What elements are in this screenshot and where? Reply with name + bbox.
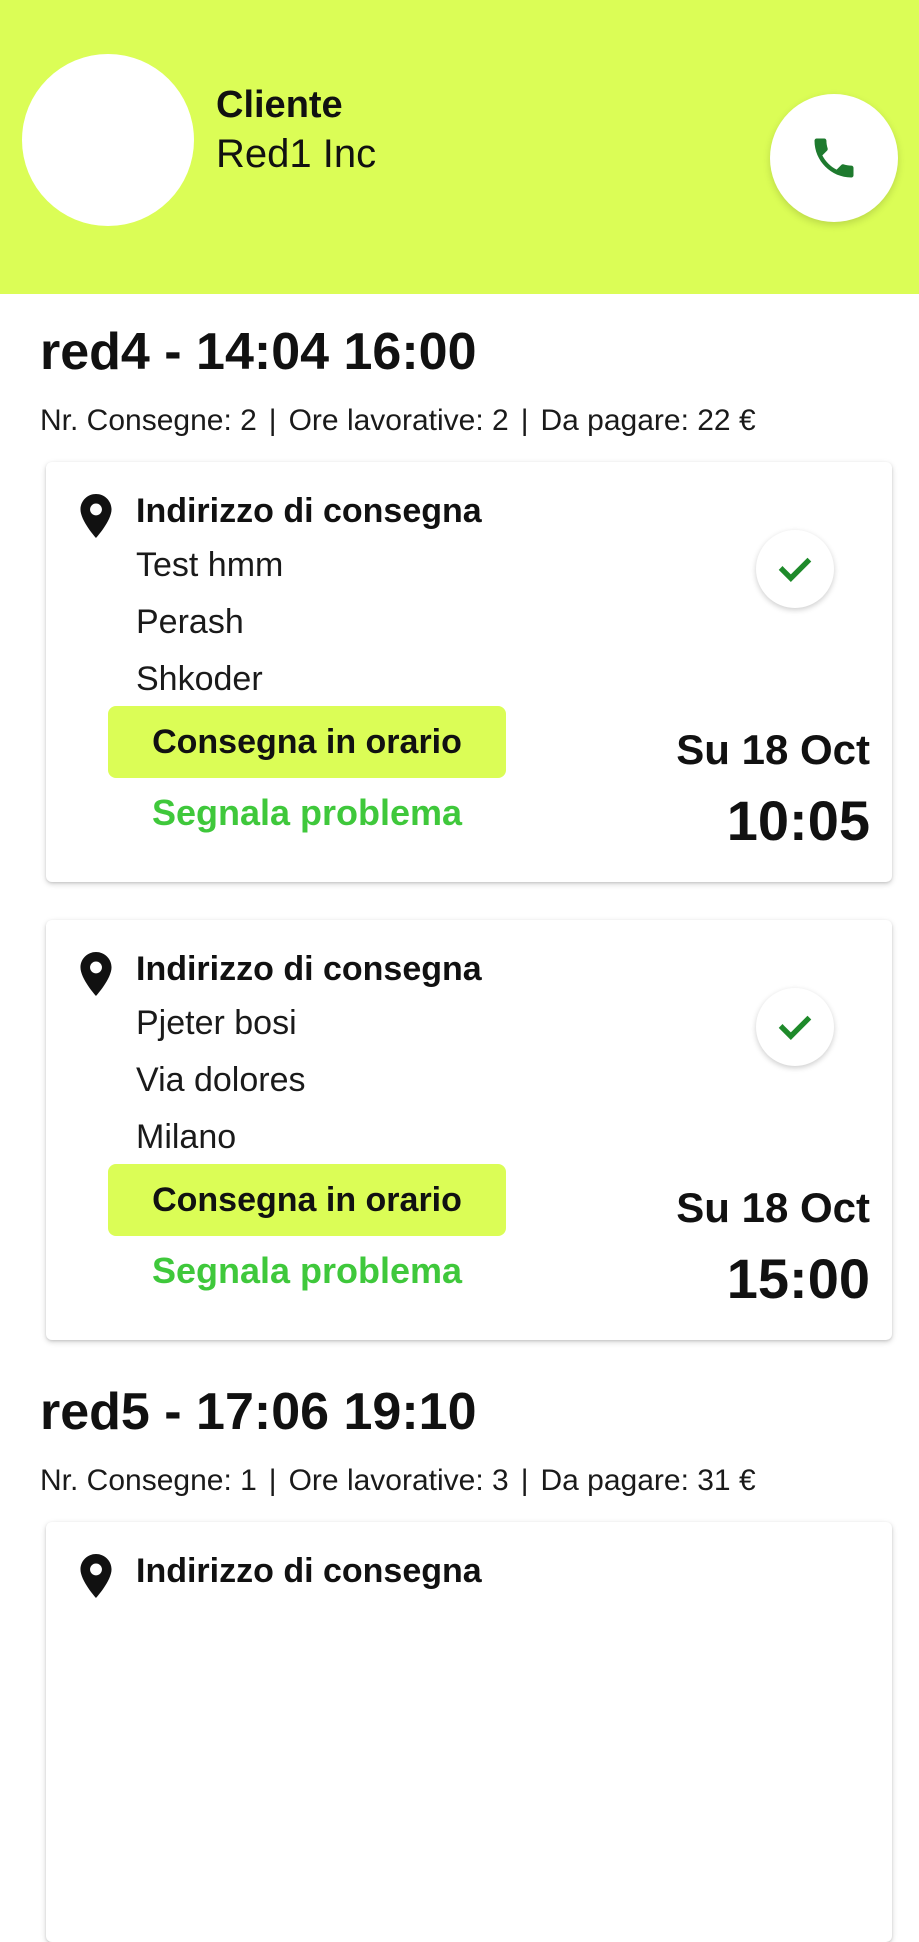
separator: |	[520, 404, 529, 437]
address-line: Perash	[136, 603, 244, 641]
confirm-delivery-button[interactable]	[756, 530, 834, 608]
client-label: Cliente	[216, 84, 343, 126]
delivery-card: Indirizzo di consegna Pjeter bosi Via do…	[46, 920, 892, 1340]
address-line: Shkoder	[136, 660, 263, 698]
client-name: Red1 Inc	[216, 132, 377, 176]
delivery-card: Indirizzo di consegna	[46, 1522, 892, 1942]
phone-icon	[814, 138, 854, 178]
avatar	[22, 54, 194, 226]
delivery-card: Indirizzo di consegna Test hmm Perash Sh…	[46, 462, 892, 882]
address-line: Via dolores	[136, 1061, 306, 1099]
delivery-time: 10:05	[726, 789, 870, 852]
delivery-time: 15:00	[726, 1247, 870, 1310]
location-pin-icon	[80, 1554, 112, 1598]
working-hours: Ore lavorative: 2	[288, 404, 509, 437]
report-problem-link[interactable]: Segnala problema	[108, 1250, 506, 1292]
separator: |	[268, 1464, 277, 1497]
deliveries-count: Nr. Consegne: 2	[40, 404, 257, 437]
address-line: Test hmm	[136, 546, 284, 584]
address-line: Pjeter bosi	[136, 1004, 297, 1042]
report-problem-link[interactable]: Segnala problema	[108, 792, 506, 834]
on-time-status-button[interactable]: Consegna in orario	[108, 1164, 506, 1236]
address-heading: Indirizzo di consegna	[136, 950, 482, 988]
delivery-date: Su 18 Oct	[676, 1184, 870, 1231]
call-button[interactable]	[770, 94, 898, 222]
location-pin-icon	[80, 952, 112, 996]
amount-due: Da pagare: 22 €	[540, 404, 756, 437]
check-icon	[778, 557, 812, 582]
address-heading: Indirizzo di consegna	[136, 1552, 482, 1590]
address-line: Milano	[136, 1118, 237, 1156]
working-hours: Ore lavorative: 3	[288, 1464, 509, 1497]
check-icon	[778, 1015, 812, 1040]
separator: |	[520, 1464, 529, 1497]
address-heading: Indirizzo di consegna	[136, 492, 482, 530]
route-title: red4 - 14:04 16:00	[40, 323, 477, 381]
delivery-date: Su 18 Oct	[676, 726, 870, 773]
deliveries-count: Nr. Consegne: 1	[40, 1464, 257, 1497]
route-stats: Nr. Consegne: 2 | Ore lavorative: 2 | Da pag…	[40, 404, 756, 438]
on-time-status-button[interactable]: Consegna in orario	[108, 706, 506, 778]
amount-due: Da pagare: 31 €	[540, 1464, 756, 1497]
confirm-delivery-button[interactable]	[756, 988, 834, 1066]
client-header: Cliente Red1 Inc	[0, 0, 919, 294]
route-stats: Nr. Consegne: 1 | Ore lavorative: 3 | Da pag…	[40, 1464, 756, 1498]
location-pin-icon	[80, 494, 112, 538]
separator: |	[268, 404, 277, 437]
route-title: red5 - 17:06 19:10	[40, 1383, 477, 1441]
